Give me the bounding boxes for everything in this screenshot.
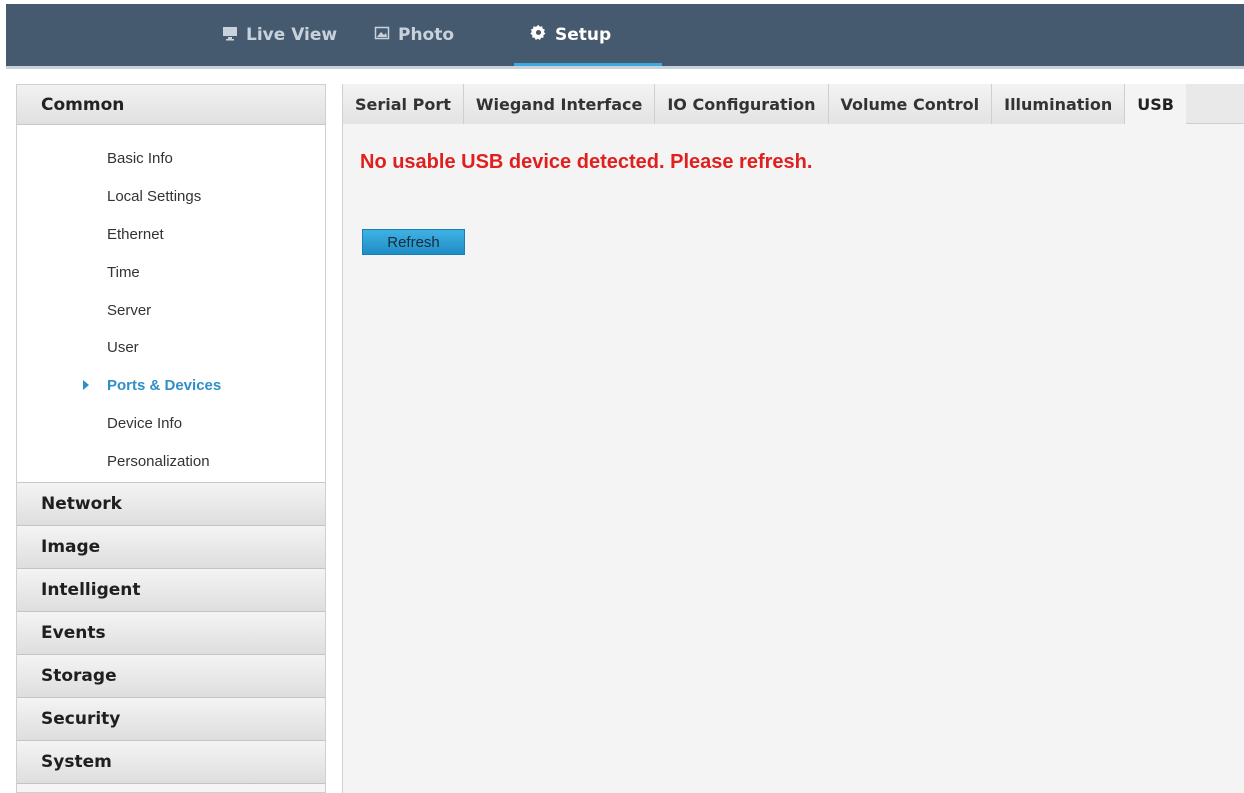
sidebar-group-common[interactable]: Common (17, 85, 325, 125)
active-arrow-icon (83, 379, 89, 390)
sidebar: Common Basic Info Local Settings Etherne… (16, 84, 326, 793)
sidebar-group-label: Storage (41, 666, 117, 686)
tab-label: Serial Port (355, 94, 451, 114)
image-icon (374, 25, 390, 46)
sidebar-group-network[interactable]: Network (17, 483, 325, 526)
main-content: Serial Port Wiegand Interface IO Configu… (342, 84, 1244, 793)
sidebar-group-security[interactable]: Security (17, 698, 325, 741)
tab-usb[interactable]: USB (1125, 84, 1186, 124)
sidebar-item-label: Local Settings (107, 188, 202, 206)
usb-status-message: No usable USB device detected. Please re… (360, 151, 813, 173)
tab-serial-port[interactable]: Serial Port (343, 84, 464, 124)
sidebar-item-label: Personalization (107, 452, 210, 470)
sidebar-group-label: Image (41, 537, 101, 557)
common-submenu: Basic Info Local Settings Ethernet Time … (17, 125, 325, 483)
tab-io-configuration[interactable]: IO Configuration (655, 84, 829, 124)
nav-label: Live View (246, 25, 338, 45)
nav-photo[interactable]: Photo (374, 4, 454, 66)
monitor-icon (222, 25, 238, 46)
sidebar-item-ethernet[interactable]: Ethernet (17, 216, 325, 254)
sidebar-item-label: Time (107, 263, 140, 281)
sidebar-group-label: Common (41, 94, 125, 115)
nav-label: Setup (555, 25, 612, 45)
nav-label: Photo (398, 25, 455, 45)
sidebar-item-server[interactable]: Server (17, 291, 325, 329)
sidebar-item-label: Basic Info (107, 150, 173, 168)
tab-bar: Serial Port Wiegand Interface IO Configu… (343, 84, 1244, 124)
sidebar-item-basic-info[interactable]: Basic Info (17, 140, 325, 178)
topbar-divider (6, 66, 1244, 69)
sidebar-group-system[interactable]: System (17, 741, 325, 784)
tab-label: IO Configuration (667, 94, 816, 114)
sidebar-item-local-settings[interactable]: Local Settings (17, 178, 325, 216)
tab-label: Wiegand Interface (475, 94, 643, 114)
sidebar-group-label: Events (41, 623, 106, 643)
refresh-button[interactable]: Refresh (362, 229, 465, 255)
sidebar-group-image[interactable]: Image (17, 526, 325, 569)
sidebar-item-ports-devices[interactable]: Ports & Devices (17, 367, 325, 405)
sidebar-item-label: User (107, 339, 139, 357)
sidebar-group-label: Security (41, 709, 121, 729)
tab-label: Volume Control (840, 94, 980, 114)
sidebar-item-label: Device Info (107, 414, 183, 432)
tab-wiegand-interface[interactable]: Wiegand Interface (463, 84, 656, 124)
nav-setup[interactable]: Setup (530, 4, 611, 66)
sidebar-group-label: System (41, 752, 112, 772)
sidebar-item-device-info[interactable]: Device Info (17, 405, 325, 443)
tab-volume-control[interactable]: Volume Control (828, 84, 993, 124)
sidebar-item-label: Server (107, 301, 152, 319)
sidebar-item-user[interactable]: User (17, 329, 325, 367)
tab-label: USB (1137, 94, 1174, 114)
sidebar-group-intelligent[interactable]: Intelligent (17, 569, 325, 612)
sidebar-item-label: Ethernet (107, 225, 164, 243)
sidebar-item-personalization[interactable]: Personalization (17, 442, 325, 480)
top-navigation-bar: Live View Photo Setup (6, 4, 1244, 69)
sidebar-group-label: Intelligent (41, 580, 141, 600)
sidebar-group-events[interactable]: Events (17, 612, 325, 655)
sidebar-item-time[interactable]: Time (17, 253, 325, 291)
gear-icon (530, 24, 547, 46)
nav-live-view[interactable]: Live View (222, 4, 337, 66)
sidebar-group-label: Network (41, 494, 122, 514)
tab-illumination[interactable]: Illumination (992, 84, 1126, 124)
sidebar-group-storage[interactable]: Storage (17, 655, 325, 698)
sidebar-item-label: Ports & Devices (107, 377, 222, 395)
tab-label: Illumination (1004, 94, 1113, 114)
